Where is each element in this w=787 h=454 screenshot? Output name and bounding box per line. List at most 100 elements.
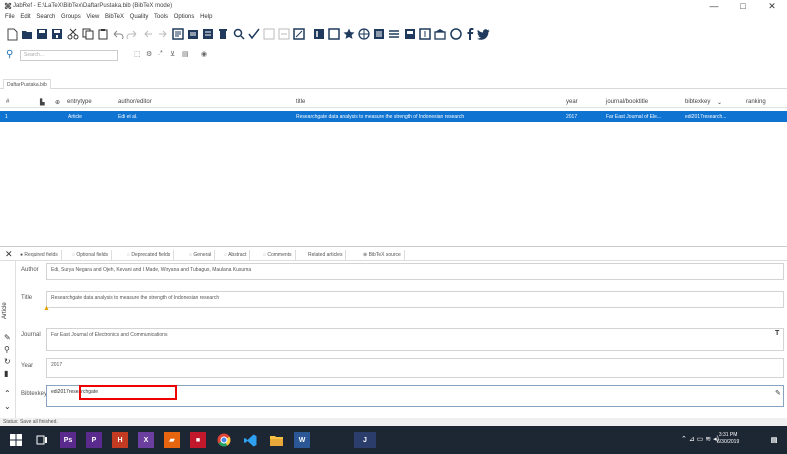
maximize-button[interactable]: □ — [728, 1, 758, 12]
search-icon[interactable] — [232, 27, 246, 41]
copy-icon[interactable] — [81, 27, 95, 41]
github-icon[interactable] — [449, 27, 463, 41]
cleanup-icon[interactable] — [262, 27, 276, 41]
edit-entry-icon[interactable] — [186, 27, 200, 41]
redo-icon[interactable] — [125, 27, 139, 41]
wifi-icon[interactable]: ≋ — [705, 436, 711, 443]
jabref-taskbar-icon[interactable]: J — [354, 432, 376, 448]
menu-tools[interactable]: Tools — [152, 12, 170, 22]
tab-general[interactable]: ◌ General — [186, 250, 216, 260]
notification-icon[interactable]: ▤ — [766, 432, 782, 448]
table-row[interactable]: 1 Article Edi et al. Researchgate data a… — [0, 111, 787, 122]
new-entry-icon[interactable] — [171, 27, 185, 41]
delete-icon[interactable]: ▮ — [4, 369, 8, 378]
tab-bibtex-source[interactable]: ⊕ BibTeX source — [360, 250, 405, 260]
tab-comments[interactable]: ◌ Comments — [260, 250, 296, 260]
copy-key-icon[interactable] — [277, 27, 291, 41]
groups-panel-icon[interactable] — [387, 27, 401, 41]
preview-icon[interactable] — [372, 27, 386, 41]
next-entry-icon[interactable]: ⌄ — [4, 402, 11, 411]
case-sensitive-icon[interactable]: ⚙ — [146, 50, 152, 58]
column-header-bibtexkey[interactable]: bibtexkey — [685, 99, 710, 105]
web-search-icon[interactable] — [357, 27, 371, 41]
mark-entries-icon[interactable] — [312, 27, 326, 41]
regex-icon[interactable]: .* — [158, 50, 163, 57]
column-header-author[interactable]: author/editor — [118, 99, 152, 105]
app-icon-orange[interactable]: ▰ — [164, 432, 180, 448]
openoffice-icon[interactable] — [418, 27, 432, 41]
forward-icon[interactable] — [156, 27, 170, 41]
task-view-icon[interactable] — [34, 432, 50, 448]
file-explorer-icon[interactable] — [268, 432, 284, 448]
app-icon-xm[interactable]: X — [138, 432, 154, 448]
delete-entry-icon[interactable] — [216, 27, 230, 41]
word-icon[interactable]: W — [294, 432, 310, 448]
column-header-journal[interactable]: journal/booktitle — [606, 99, 648, 105]
facebook-icon[interactable] — [463, 27, 477, 41]
menu-groups[interactable]: Groups — [59, 12, 83, 22]
menu-search[interactable]: Search — [34, 12, 57, 22]
menu-edit[interactable]: Edit — [18, 12, 32, 22]
minimize-button[interactable]: — — [699, 1, 729, 12]
menu-options[interactable]: Options — [172, 12, 197, 22]
year-field[interactable]: 2017 — [46, 358, 784, 378]
app-icon-h[interactable]: H — [112, 432, 128, 448]
toggle-entry-editor-icon[interactable] — [403, 27, 417, 41]
column-header-ranking[interactable]: ranking — [746, 99, 766, 105]
menu-help[interactable]: Help — [198, 12, 214, 22]
chevron-up-icon[interactable]: ⌃ — [681, 436, 687, 443]
tab-deprecated-fields[interactable]: ◌ Deprecated fields — [124, 250, 175, 260]
vscode-icon[interactable] — [242, 432, 258, 448]
tab-database-file[interactable]: DaftarPustaka.bib — [3, 79, 51, 89]
url-column-icon[interactable]: ⊕ — [55, 99, 60, 106]
app-icon-p[interactable]: P — [86, 432, 102, 448]
close-button[interactable]: ✕ — [757, 1, 787, 12]
back-icon[interactable] — [141, 27, 155, 41]
library-properties-icon[interactable] — [433, 27, 447, 41]
search-input[interactable]: Search... — [20, 50, 118, 61]
column-header-number[interactable]: # — [6, 99, 9, 105]
lookup-icon[interactable]: ⚲ — [4, 345, 10, 354]
journal-field[interactable]: Far East Journal of Electronics and Comm… — [46, 328, 784, 351]
generate-key-icon[interactable]: ✎ — [775, 389, 781, 397]
save-all-icon[interactable] — [50, 27, 64, 41]
global-search-icon[interactable]: ◉ — [201, 50, 207, 58]
text-format-icon[interactable]: T — [775, 330, 779, 337]
column-header-title[interactable]: title — [296, 99, 305, 105]
cut-icon[interactable] — [66, 27, 80, 41]
check-icon[interactable] — [247, 27, 261, 41]
refresh-icon[interactable]: ↻ — [4, 357, 11, 366]
pencil-icon[interactable]: ✎ — [4, 333, 11, 342]
star-icon[interactable] — [342, 27, 356, 41]
author-field[interactable]: Edi, Surya Negara and Ojeh, Kevani and I… — [46, 263, 784, 280]
search-mode-icon[interactable]: ⬚ — [134, 50, 141, 58]
menu-file[interactable]: File — [3, 12, 17, 22]
tab-related-articles[interactable]: Related articles — [305, 250, 347, 260]
windows-start-icon[interactable] — [8, 432, 24, 448]
menu-view[interactable]: View — [84, 12, 101, 22]
filter-mode-icon[interactable]: ▤ — [182, 50, 189, 58]
system-clock[interactable]: 3:31 PM 6/30/2019 — [717, 432, 739, 446]
menu-quality[interactable]: Quality — [128, 12, 151, 22]
new-library-icon[interactable] — [5, 27, 19, 41]
column-header-year[interactable]: year — [566, 99, 578, 105]
filter-icon[interactable]: ⊻ — [170, 50, 175, 58]
chrome-icon[interactable] — [216, 432, 232, 448]
open-url-icon[interactable] — [292, 27, 306, 41]
column-header-entrytype[interactable]: entrytype — [67, 99, 92, 105]
battery-icon[interactable]: ▭ — [697, 436, 704, 443]
tab-required-fields[interactable]: ● Required fields — [17, 250, 62, 260]
new-from-plaintext-icon[interactable] — [201, 27, 215, 41]
tab-abstract[interactable]: ◌ Abstract — [221, 250, 251, 260]
undo-icon[interactable] — [111, 27, 125, 41]
network-icon[interactable]: ⊿ — [689, 436, 695, 443]
paste-icon[interactable] — [96, 27, 110, 41]
menu-bibtex[interactable]: BibTeX — [103, 12, 126, 22]
tab-optional-fields[interactable]: ◌ Optional fields — [69, 250, 113, 260]
app-icon-red[interactable]: ■ — [190, 432, 206, 448]
pdf-column-icon[interactable]: ▙ — [40, 99, 45, 106]
open-library-icon[interactable] — [20, 27, 34, 41]
close-editor-icon[interactable]: ✕ — [5, 249, 13, 260]
title-field[interactable]: Researchgate data analysis to measure th… — [46, 291, 784, 308]
entry-type-label[interactable]: Article — [2, 302, 8, 319]
